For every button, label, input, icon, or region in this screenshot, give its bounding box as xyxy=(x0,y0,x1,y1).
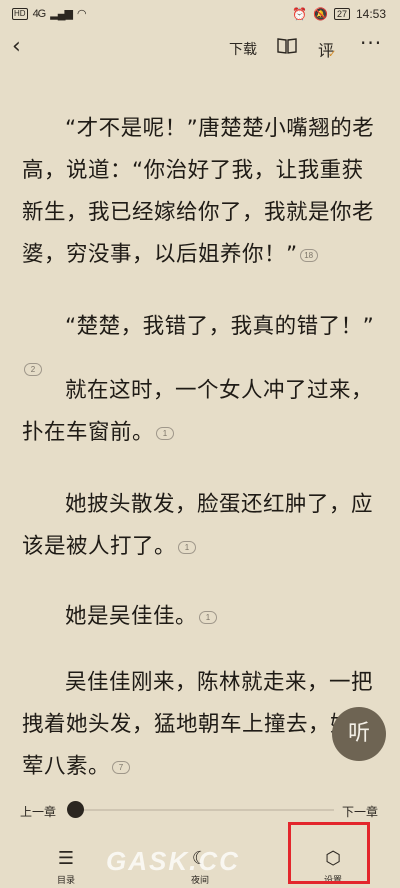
comment-count-badge[interactable]: 7 xyxy=(112,760,131,774)
paragraph-text: 她披头散发，脸蛋还红肿了，应该是被人打了。 xyxy=(22,492,374,559)
clock: 14:53 xyxy=(355,7,386,21)
wifi-icon: ◠ xyxy=(76,8,87,20)
catalog-label: 目录 xyxy=(56,876,75,886)
network-type-icon: 4G xyxy=(32,7,47,20)
back-icon[interactable]: ‹ xyxy=(12,34,21,59)
paragraph: 她披头散发，脸蛋还红肿了，应该是被人打了。 1 xyxy=(22,484,380,568)
comment-count-badge[interactable]: 1 xyxy=(199,610,218,624)
hd-icon: HD xyxy=(12,7,28,20)
paragraph-text: 就在这时，一个女人冲了过来，扑在车窗前。 xyxy=(22,378,374,445)
comment-count-badge[interactable]: 1 xyxy=(178,540,197,554)
reader-toolbar: ‹ 下载 评 ✓ ··· xyxy=(0,30,400,66)
status-bar: HD 4G ▂▄▆ ◠ ⏰ 🔕 27 14:53 xyxy=(0,0,400,28)
paragraph-text: 吴佳佳刚来，陈林就走来，一把拽着她头发，猛地朝车上撞去，她七荤八素。 xyxy=(22,670,375,778)
paragraph: 就在这时，一个女人冲了过来，扑在车窗前。 1 xyxy=(22,370,380,454)
prev-chapter-button[interactable]: 上一章 xyxy=(20,803,56,820)
alarm-icon: ⏰ xyxy=(292,7,307,21)
paragraph: 她是吴佳佳。 1 xyxy=(22,596,380,638)
paragraph: “才不是呢！”唐楚楚小嘴翘的老高，说道：“你治好了我，让我重获新生，我已经嫁给你… xyxy=(22,108,380,276)
signal-icon: ▂▄▆ xyxy=(50,8,73,20)
chapter-progress-track[interactable] xyxy=(72,809,334,811)
check-icon: ✓ xyxy=(328,49,337,60)
comment-button[interactable]: 评 ✓ xyxy=(318,37,337,61)
comment-count-badge[interactable]: 1 xyxy=(156,426,175,440)
status-left: HD 4G ▂▄▆ ◠ xyxy=(12,7,87,20)
chapter-progress-slider[interactable] xyxy=(67,801,84,818)
menu-icon: ☰ xyxy=(57,848,75,869)
paragraph-text: 她是吴佳佳。 xyxy=(65,604,198,629)
listen-button[interactable]: 听 xyxy=(332,707,386,761)
paragraph: 吴佳佳刚来，陈林就走来，一把拽着她头发，猛地朝车上撞去，她七荤八素。 7 xyxy=(22,662,380,778)
paragraph-text: “楚楚，我错了，我真的错了！” xyxy=(65,314,375,339)
status-right: ⏰ 🔕 27 14:53 xyxy=(292,7,386,21)
paragraph-text: “才不是呢！”唐楚楚小嘴翘的老高，说道：“你治好了我，让我重获新生，我已经嫁给你… xyxy=(22,116,375,267)
night-mode-label: 夜间 xyxy=(190,876,209,886)
next-chapter-button[interactable]: 下一章 xyxy=(342,803,378,820)
battery-icon: 27 xyxy=(333,8,350,20)
bookshelf-icon[interactable] xyxy=(277,37,297,55)
watermark-logo: GASK.CC xyxy=(106,846,240,876)
highlight-box xyxy=(288,822,370,884)
comment-count-badge[interactable]: 18 xyxy=(299,248,318,262)
catalog-button[interactable]: ☰ 目录 xyxy=(31,848,101,886)
download-button[interactable]: 下载 xyxy=(229,39,257,59)
mute-icon: 🔕 xyxy=(313,7,328,21)
more-icon[interactable]: ··· xyxy=(360,31,382,55)
